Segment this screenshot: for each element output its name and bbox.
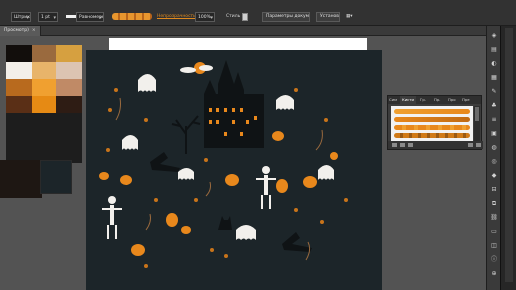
swatch-r0c2[interactable] <box>56 45 82 62</box>
color-icon[interactable]: ◐ <box>490 60 498 67</box>
brush-item[interactable] <box>394 125 470 130</box>
brush-item[interactable] <box>394 109 470 114</box>
brushes-panel: Сим Кисти Гр. Пр. Про Пре <box>387 95 483 150</box>
swatch-r2c2[interactable] <box>56 79 82 96</box>
pathfinder-icon[interactable]: ⧉ <box>490 200 498 207</box>
swatch-r1c0[interactable] <box>6 62 32 79</box>
layers2-icon[interactable]: ◫ <box>490 242 498 249</box>
vertical-scrollbar[interactable] <box>500 26 516 290</box>
brush-library-icon[interactable] <box>392 143 397 147</box>
tab-appearance[interactable]: Пре <box>462 96 470 104</box>
profile-dropdown[interactable]: Равномерный <box>76 12 104 22</box>
remove-stroke-icon[interactable] <box>400 143 405 147</box>
panel-footer <box>388 141 483 149</box>
illustrator-window: Штрих 1 pt Равномерный Непрозрачность 10… <box>0 0 516 290</box>
links-icon[interactable]: ⛓ <box>490 214 498 221</box>
stroke-icon[interactable]: ≡ <box>490 116 498 123</box>
black-cat-icon <box>218 216 232 230</box>
opacity-value[interactable]: 100% <box>195 12 215 22</box>
panel-tabs: Сим Кисти Гр. Пр. Про Пре <box>388 96 481 104</box>
color-group-panel <box>6 45 82 163</box>
tab-brushes[interactable]: Кисти <box>400 96 416 104</box>
tab-transparency[interactable]: Про <box>448 96 456 104</box>
swatch-r0c0[interactable] <box>6 45 32 62</box>
brush-item[interactable] <box>394 133 470 138</box>
panel-dock: ◈ ▤ ◐ ▦ ✎ ♣ ≡ ▣ ◍ ◎ ◆ ⊟ ⧉ ⛓ ▭ ◫ ⓘ ⊕ <box>486 26 500 290</box>
brush-list[interactable] <box>391 106 473 141</box>
style-swatch[interactable] <box>242 13 248 21</box>
brush-list-scrollbar[interactable] <box>474 106 480 141</box>
brush-item[interactable] <box>394 117 470 122</box>
brushes-icon[interactable]: ✎ <box>490 88 498 95</box>
tab-swatches[interactable]: Сим <box>389 96 397 104</box>
scroll-track[interactable] <box>505 28 513 282</box>
document-tab-title: Просмотр) <box>4 28 29 33</box>
gradient-icon[interactable]: ▣ <box>490 130 498 137</box>
transparency-icon[interactable]: ◍ <box>490 144 498 151</box>
appearance-icon[interactable]: ◎ <box>490 158 498 165</box>
preferences-button[interactable]: Установки <box>316 12 340 22</box>
close-tab-icon[interactable]: × <box>32 28 36 33</box>
options-icon[interactable] <box>408 143 413 147</box>
swatches-icon[interactable]: ▦ <box>490 74 498 81</box>
castle-icon <box>204 60 264 148</box>
swatch-r3c2[interactable] <box>56 96 82 113</box>
swatch-r0c1[interactable] <box>32 45 56 62</box>
document-tab-strip: Просмотр) × <box>0 26 486 36</box>
artboards-icon[interactable]: ▭ <box>490 228 498 235</box>
scroll-thumb[interactable] <box>475 107 479 121</box>
swatch-r1c2[interactable] <box>56 62 82 79</box>
control-bar: Штрих 1 pt Равномерный Непрозрачность 10… <box>0 0 516 26</box>
swatch-r2c1[interactable] <box>32 79 56 96</box>
dark-brown-swatch[interactable] <box>0 160 42 198</box>
symbols-icon[interactable]: ♣ <box>490 102 498 109</box>
swatch-r3c1[interactable] <box>32 96 56 113</box>
background-color-swatch[interactable] <box>40 160 72 194</box>
align-icon[interactable]: ⊟ <box>490 186 498 193</box>
document-tab[interactable]: Просмотр) × <box>0 26 41 36</box>
dead-tree-icon <box>171 115 201 154</box>
stroke-preview <box>66 15 76 18</box>
delete-brush-icon[interactable] <box>476 143 481 147</box>
halloween-illustration[interactable] <box>86 50 382 290</box>
layers-icon[interactable]: ▤ <box>490 46 498 53</box>
navigator-icon[interactable]: ⊕ <box>490 270 498 277</box>
document-settings-button[interactable]: Параметры документа <box>262 12 310 22</box>
styles-label: Стиль <box>226 14 241 19</box>
toggle-icon[interactable]: ◈ <box>490 32 498 39</box>
info-icon[interactable]: ⓘ <box>490 256 498 263</box>
opacity-label[interactable]: Непрозрачность <box>157 12 195 22</box>
graphic-styles-icon[interactable]: ◆ <box>490 172 498 179</box>
brush-definition-preview[interactable] <box>112 13 152 20</box>
swatch-r2c0[interactable] <box>6 79 32 96</box>
tab-symbols[interactable]: Гр. <box>420 96 426 104</box>
pumpkin-icon <box>99 131 338 256</box>
tab-gradient[interactable]: Пр. <box>434 96 440 104</box>
swatch-r3c0[interactable] <box>6 96 32 113</box>
stroke-weight-dropdown[interactable]: 1 pt <box>38 12 58 22</box>
style-dropdown[interactable]: Штрих <box>11 12 31 22</box>
swatch-r1c1[interactable] <box>32 62 56 79</box>
witch-icon <box>150 152 312 252</box>
arrange-icon[interactable]: ▦▾ <box>346 12 358 22</box>
new-brush-icon[interactable] <box>468 143 473 147</box>
